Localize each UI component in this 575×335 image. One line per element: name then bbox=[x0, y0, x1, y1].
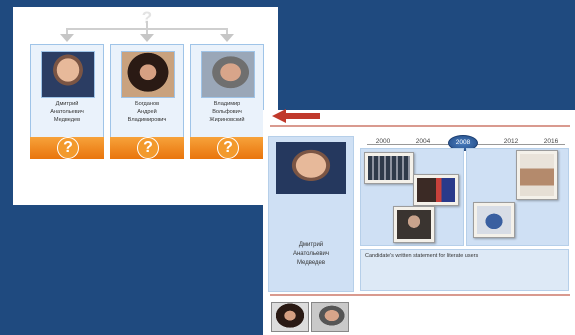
candidate-thumbnail[interactable] bbox=[311, 302, 349, 332]
profile-box: Дмитрий Анатольевич Медведев bbox=[268, 136, 354, 292]
divider-bottom bbox=[270, 294, 570, 296]
event-thumbnail[interactable] bbox=[473, 202, 515, 238]
event-image bbox=[397, 210, 431, 239]
left-arrow-icon bbox=[272, 109, 320, 123]
event-thumbnail[interactable] bbox=[364, 152, 414, 184]
event-image bbox=[477, 206, 511, 234]
arrow-down-icon bbox=[220, 34, 234, 42]
card-footer: ? bbox=[190, 137, 264, 159]
candidate-cards-panel: ? Дмитрий Анатольевич Медведев ? Богдано… bbox=[13, 7, 278, 205]
timeline-year[interactable]: 2016 bbox=[539, 138, 563, 145]
candidate-photo bbox=[41, 51, 95, 98]
question-badge-icon[interactable]: ? bbox=[137, 137, 159, 159]
candidate-name: Богданов Андрей Владимирович bbox=[127, 101, 167, 123]
event-thumbnail[interactable] bbox=[393, 206, 435, 243]
timeline-year[interactable]: 2012 bbox=[499, 138, 523, 145]
profile-photo bbox=[276, 142, 346, 194]
statement-text: Candidate's written statement for litera… bbox=[365, 253, 479, 259]
event-thumbnail[interactable] bbox=[516, 150, 558, 200]
timeline-year[interactable]: 2000 bbox=[371, 138, 395, 145]
card-footer: ? bbox=[30, 137, 104, 159]
divider-top bbox=[270, 125, 570, 127]
candidate-photo bbox=[201, 51, 255, 98]
candidate-name: Дмитрий Анатольевич Медведев bbox=[50, 101, 84, 123]
timeline-year[interactable]: 2004 bbox=[411, 138, 435, 145]
candidate-photo bbox=[121, 51, 175, 98]
card-footer: ? bbox=[110, 137, 184, 159]
candidate-card-zhirinovsky[interactable]: Владимир Вольфович Жириновский ? bbox=[190, 44, 264, 159]
candidate-detail-panel: Дмитрий Анатольевич Медведев 2000 2004 2… bbox=[263, 110, 575, 335]
question-badge-icon[interactable]: ? bbox=[57, 137, 79, 159]
event-image bbox=[520, 154, 554, 196]
candidate-thumbnail[interactable] bbox=[271, 302, 309, 332]
candidate-name: Владимир Вольфович Жириновский bbox=[209, 101, 245, 123]
candidate-card-medvedev[interactable]: Дмитрий Анатольевич Медведев ? bbox=[30, 44, 104, 159]
candidate-card-bogdanov[interactable]: Богданов Андрей Владимирович ? bbox=[110, 44, 184, 159]
arrow-down-icon bbox=[140, 34, 154, 42]
question-badge-icon[interactable]: ? bbox=[217, 137, 239, 159]
event-thumbnail[interactable] bbox=[413, 174, 459, 206]
statement-box[interactable]: Candidate's written statement for litera… bbox=[360, 249, 569, 291]
event-image bbox=[417, 178, 455, 202]
arrow-down-icon bbox=[60, 34, 74, 42]
profile-name: Дмитрий Анатольевич Медведев bbox=[292, 242, 330, 266]
event-image bbox=[368, 156, 410, 180]
